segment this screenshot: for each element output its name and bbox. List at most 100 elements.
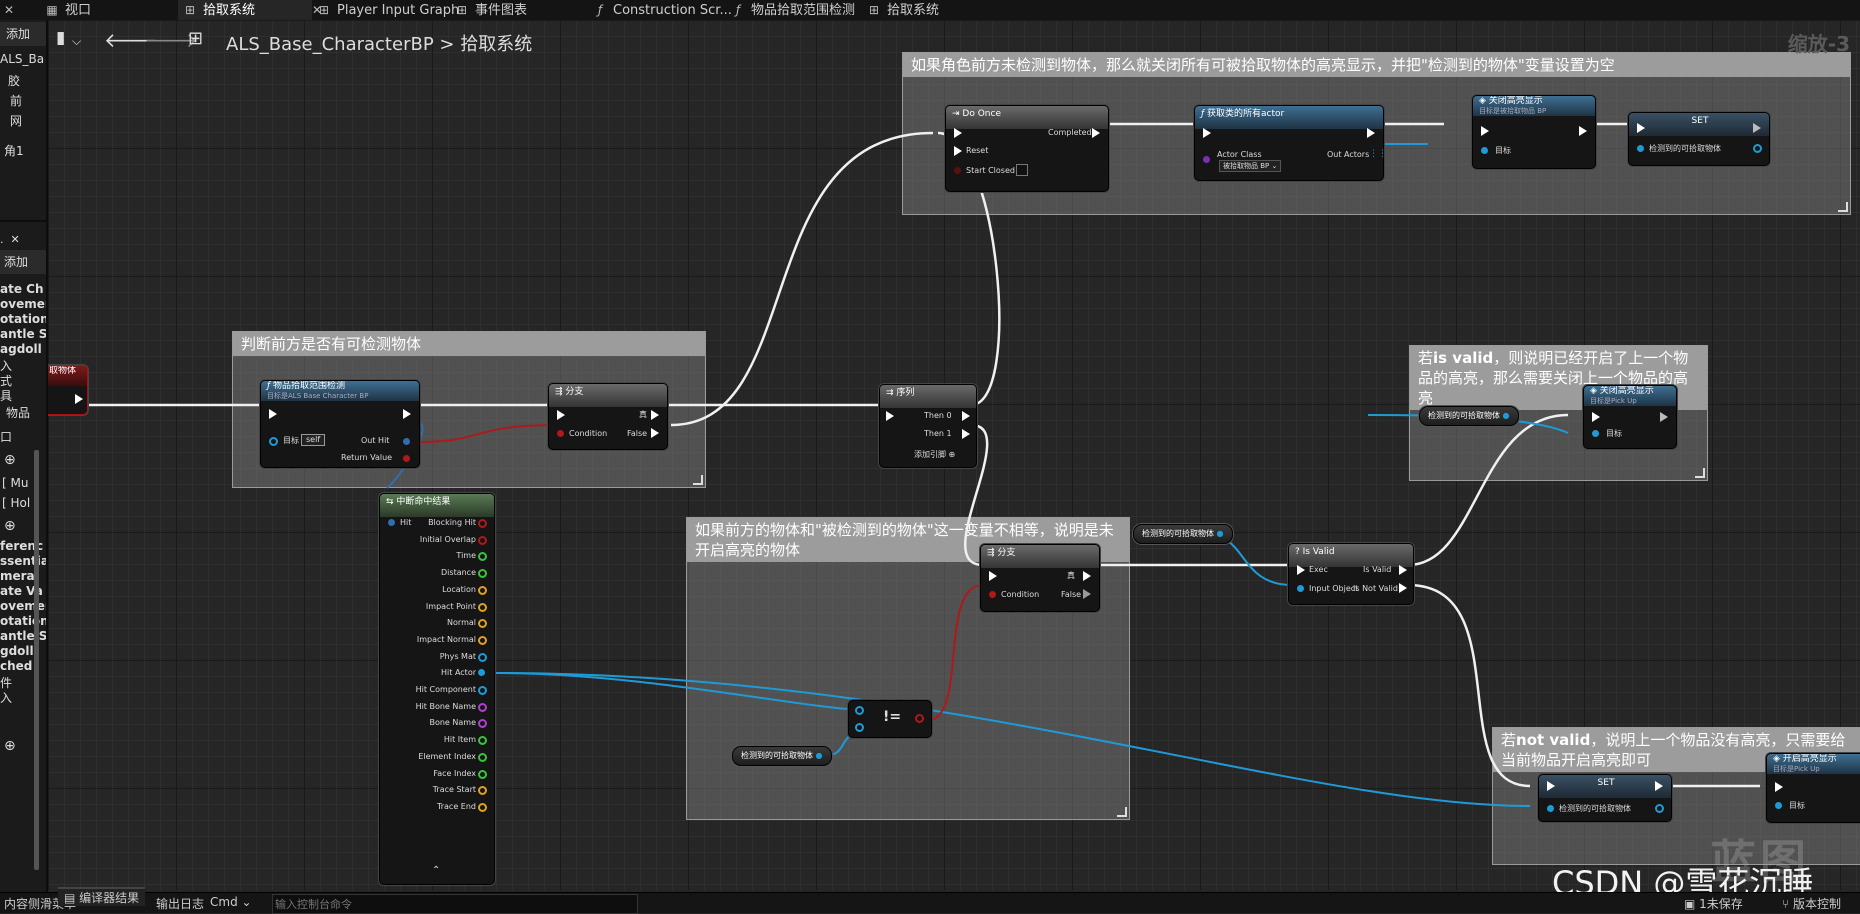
exec-true-pin[interactable] bbox=[1083, 571, 1091, 581]
variable-item[interactable]: ovemen bbox=[0, 297, 46, 311]
input-object-pin[interactable] bbox=[1297, 585, 1304, 592]
break-hit-output-pin[interactable] bbox=[478, 769, 487, 779]
break-hit-output-pin[interactable] bbox=[478, 569, 487, 579]
break-hit-output-pin[interactable] bbox=[478, 552, 487, 562]
variable-item[interactable]: 入 bbox=[0, 689, 12, 706]
condition-pin[interactable] bbox=[989, 591, 996, 598]
variable-item[interactable]: ovemen bbox=[0, 599, 46, 613]
break-hit-output-pin[interactable] bbox=[478, 752, 487, 762]
node-is-valid[interactable]: ? Is Valid Exec Is Valid Input Object Is… bbox=[1288, 543, 1414, 605]
variable-out-pin[interactable] bbox=[1655, 804, 1664, 813]
start-closed-pin[interactable] bbox=[954, 167, 961, 174]
variable-item[interactable]: antle S bbox=[0, 629, 46, 643]
actor-class-dropdown[interactable]: 被拾取物品 BP ⌄ bbox=[1219, 160, 1282, 172]
break-hit-output-pin[interactable] bbox=[478, 702, 487, 712]
breadcrumb-graph[interactable]: 拾取系统 bbox=[460, 34, 532, 55]
exec-in-pin[interactable] bbox=[1637, 123, 1645, 133]
variable-get-node[interactable]: 检测到的可拾取物体 ● bbox=[1419, 406, 1519, 426]
exec-out-pin[interactable] bbox=[75, 394, 83, 404]
node-pickup-range-check[interactable]: ƒ 物品拾取范围检测 目标是ALS Base Character BP 目标 se… bbox=[260, 380, 420, 468]
exec-in-pin[interactable] bbox=[1592, 412, 1600, 422]
exec-in-pin[interactable] bbox=[989, 571, 997, 581]
component-char-movement[interactable]: 角1 bbox=[4, 142, 24, 159]
add-pin-button[interactable]: 添加引脚 ⊕ bbox=[914, 450, 955, 460]
event-node-partial[interactable]: 取物体 bbox=[48, 365, 88, 415]
input-b-pin[interactable] bbox=[855, 723, 864, 732]
condition-pin[interactable] bbox=[557, 430, 564, 437]
object-pin[interactable]: ● bbox=[1503, 411, 1510, 420]
tab-player-input-graph[interactable]: ⊞ Player Input Graph bbox=[316, 0, 459, 20]
result-pin[interactable] bbox=[915, 714, 924, 723]
object-pin[interactable]: ● bbox=[816, 751, 823, 760]
unsaved-indicator[interactable]: ▣ 1未保存 bbox=[1684, 895, 1743, 912]
exec-is-valid-pin[interactable] bbox=[1399, 565, 1407, 575]
break-hit-output-pin[interactable] bbox=[478, 652, 487, 662]
exec-out-pin[interactable] bbox=[1367, 128, 1375, 138]
exec-in-pin[interactable] bbox=[886, 411, 894, 421]
node-break-hit-result[interactable]: ⇆ 中断命中结果 Hit Blocking Hit Initial Overlap… bbox=[379, 493, 495, 885]
exec-out-pin[interactable] bbox=[1753, 123, 1761, 133]
node-do-once[interactable]: ⇥ Do Once Completed Reset Start Closed bbox=[945, 105, 1109, 192]
target-self-field[interactable]: self bbox=[301, 434, 326, 446]
tab-close-left[interactable]: ✕ bbox=[4, 0, 14, 20]
break-hit-output-pin[interactable] bbox=[478, 802, 487, 812]
node-close-highlight-1[interactable]: ◈ 关闭高亮显示 目标是被拾取物品 BP 目标 bbox=[1472, 95, 1596, 169]
break-hit-output-pin[interactable] bbox=[478, 719, 487, 729]
variable-get-node[interactable]: 检测到的可拾取物体 ● bbox=[732, 746, 832, 766]
variable-item[interactable]: antle S bbox=[0, 327, 46, 341]
break-hit-output-pin[interactable] bbox=[478, 619, 487, 629]
exec-out-pin[interactable] bbox=[1579, 126, 1587, 136]
variable-item[interactable]: [ Mu bbox=[2, 476, 28, 490]
node-not-equal[interactable]: != bbox=[848, 700, 932, 738]
close-icon[interactable]: . ✕ bbox=[0, 233, 20, 246]
variable-out-pin[interactable] bbox=[1753, 144, 1762, 153]
node-branch-1[interactable]: ⇶ 分支 真 Condition False bbox=[548, 383, 668, 450]
node-open-highlight[interactable]: ◈ 开启高亮显示 目标是Pick Up 目标 bbox=[1766, 753, 1860, 823]
component-root[interactable]: ALS_Ba bbox=[0, 52, 44, 66]
variable-item[interactable]: 物品 bbox=[6, 404, 30, 421]
node-branch-2[interactable]: ⇶ 分支 真 Condition False bbox=[980, 544, 1100, 612]
break-hit-output-pin[interactable] bbox=[478, 786, 487, 796]
add-circle-icon[interactable]: ⊕ bbox=[4, 738, 16, 754]
object-pin[interactable]: ● bbox=[1217, 529, 1224, 538]
variable-item[interactable]: 口 bbox=[0, 428, 12, 445]
blueprint-graph-canvas[interactable]: 如果角色前方未检测到物体，那么就关闭所有可被拾取物体的高亮显示，并把"检测到的物… bbox=[48, 20, 1860, 890]
variable-in-pin[interactable] bbox=[1547, 805, 1554, 812]
target-pin[interactable] bbox=[1775, 802, 1782, 809]
component-capsule[interactable]: 胶 bbox=[8, 72, 20, 89]
add-circle-icon[interactable]: ⊕ bbox=[4, 452, 16, 468]
variable-item[interactable]: otation bbox=[0, 312, 46, 326]
variable-item[interactable]: [ Hol bbox=[2, 496, 30, 510]
tab-construction-script[interactable]: ƒ Construction Scr... bbox=[592, 0, 732, 20]
node-sequence[interactable]: ⇉ 序列 Then 0 Then 1 添加引脚 ⊕ bbox=[879, 384, 977, 468]
tab-pickup-system-2[interactable]: ⊞ 拾取系统 bbox=[866, 0, 939, 20]
variable-item[interactable]: mera bbox=[0, 569, 35, 583]
break-hit-output-pin[interactable] bbox=[478, 736, 487, 746]
node-set-2[interactable]: SET 检测到的可拾取物体 bbox=[1538, 774, 1672, 822]
collapse-icon[interactable]: ⌃ bbox=[432, 866, 440, 876]
tab-pickup-range-check[interactable]: ƒ 物品拾取范围检测 bbox=[730, 0, 855, 20]
variable-item[interactable]: agdoll bbox=[0, 342, 42, 356]
variable-item[interactable]: ate Ch bbox=[0, 282, 44, 296]
variable-item[interactable]: 具 bbox=[0, 387, 12, 404]
variable-item[interactable]: ched bbox=[0, 659, 32, 673]
exec-in-pin[interactable] bbox=[1297, 565, 1305, 575]
input-a-pin[interactable] bbox=[855, 706, 864, 715]
break-hit-output-pin[interactable] bbox=[478, 669, 485, 677]
console-command-input[interactable] bbox=[272, 894, 638, 914]
variable-item[interactable]: gdoll bbox=[0, 644, 34, 658]
break-hit-output-pin[interactable] bbox=[478, 635, 487, 645]
array-pin-icon[interactable]: ⋮⋮ bbox=[1369, 149, 1387, 159]
break-hit-output-pin[interactable] bbox=[478, 535, 487, 545]
exec-then0-pin[interactable] bbox=[962, 411, 970, 421]
variable-item[interactable]: ssentia bbox=[0, 554, 46, 568]
tab-event-graph[interactable]: ⊞ 事件图表 bbox=[454, 0, 527, 20]
tab-viewport[interactable]: ▦ 视口 bbox=[44, 0, 91, 20]
target-pin[interactable] bbox=[1592, 430, 1599, 437]
variable-item[interactable]: otation bbox=[0, 614, 46, 628]
breadcrumb-blueprint[interactable]: ALS_Base_CharacterBP bbox=[226, 34, 434, 55]
exec-in-pin[interactable] bbox=[1203, 128, 1211, 138]
node-set-1[interactable]: SET 检测到的可拾取物体 bbox=[1628, 112, 1770, 166]
node-close-highlight-2[interactable]: ◈ 关闭高亮显示 目标是Pick Up 目标 bbox=[1583, 385, 1677, 449]
exec-false-pin[interactable] bbox=[651, 428, 659, 438]
